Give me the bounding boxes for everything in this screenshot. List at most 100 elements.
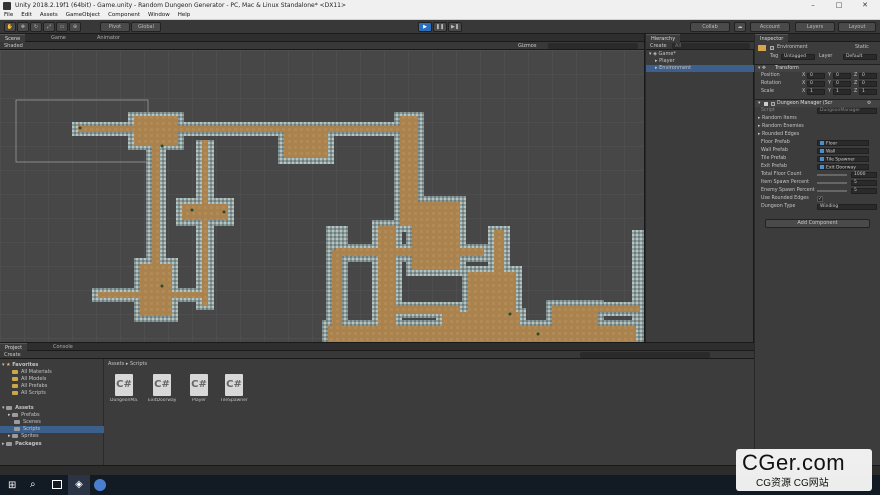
cloud-icon[interactable]: ☁ [734,22,746,32]
folder-sprites[interactable]: ▸ Sprites [8,433,39,440]
menu-edit[interactable]: Edit [21,12,32,18]
menu-help[interactable]: Help [178,12,191,18]
breadcrumb: Assets ▸ Scripts [108,361,147,368]
total-floor-field[interactable]: 1000 [851,172,877,178]
item-spawn-field[interactable]: 5 [851,180,877,186]
shading-dropdown[interactable]: Shaded [4,42,23,50]
maximize-icon[interactable]: □ [826,0,852,11]
enemy-spawn-field[interactable]: 5 [851,188,877,194]
menu-assets[interactable]: Assets [40,12,58,18]
hierarchy-search-input[interactable]: All [672,43,750,49]
tab-animator[interactable]: Animator [92,34,125,42]
static-toggle[interactable]: Static [855,44,869,52]
menu-component[interactable]: Component [108,12,140,18]
use-rounded-checkbox[interactable]: ✓ [817,196,823,202]
move-tool-icon[interactable]: ✥ [17,22,29,32]
close-icon[interactable]: ✕ [852,0,878,11]
gizmos-dropdown[interactable]: Gizmos [518,42,536,50]
menu-file[interactable]: File [4,12,13,18]
folder-scenes[interactable]: Scenes [14,419,41,426]
tab-scene[interactable]: Scene [0,34,26,42]
account-dropdown[interactable]: Account [750,22,790,32]
rotation-y-field[interactable]: 0 [833,81,851,87]
collab-dropdown[interactable]: Collab [690,22,730,32]
step-button[interactable]: ▶❚ [448,22,462,32]
dungeon-manager-header[interactable]: ▾ Dungeon Manager (Scr ⚙ [755,99,880,107]
foldout-random-items[interactable]: ▸ Random Items [755,115,880,123]
assets-header[interactable]: ▾ Assets [2,405,34,412]
packages-header[interactable]: ▸ Packages [2,441,42,448]
fav-all-prefabs[interactable]: All Prefabs [12,383,47,390]
position-x-field[interactable]: 0 [807,73,825,79]
scene-search-input[interactable] [548,43,638,49]
floor-prefab-field[interactable]: Floor [817,140,869,146]
transform-tool-icon[interactable]: ⊕ [69,22,81,32]
breadcrumb-scripts[interactable]: Scripts [130,361,147,367]
rotation-x-field[interactable]: 0 [807,81,825,87]
windows-start-icon[interactable]: ⊞ [8,480,16,491]
asset-exit-doorway[interactable]: C# ExitDoorway [148,374,176,403]
minimize-icon[interactable]: – [800,0,826,11]
foldout-random-enemies[interactable]: ▸ Random Enemies [755,123,880,131]
fav-all-scripts[interactable]: All Scripts [12,390,46,397]
object-name[interactable]: Environment [777,44,808,52]
unity-taskbar-icon[interactable]: ◈ [68,475,90,495]
scale-tool-icon[interactable]: ⤢ [43,22,55,32]
tile-prefab-field[interactable]: Tile Spawner [817,156,869,162]
tab-inspector[interactable]: Inspector [755,34,789,42]
breadcrumb-assets[interactable]: Assets [108,361,124,367]
pivot-toggle[interactable]: Pivot [100,22,130,32]
dungeon-type-dropdown[interactable]: Winding [817,204,877,210]
asset-player[interactable]: C# Player [185,374,213,403]
project-create-button[interactable]: Create [4,351,21,359]
hierarchy-create-button[interactable]: Create [650,42,667,50]
folder-scripts[interactable]: Scripts [0,426,104,433]
tab-game[interactable]: Game [46,34,71,42]
scale-y-field[interactable]: 1 [833,89,851,95]
transform-header[interactable]: ▾ ✥ Transform [755,64,880,72]
menu-window[interactable]: Window [148,12,170,18]
global-toggle[interactable]: Global [131,22,161,32]
rotate-tool-icon[interactable]: ↻ [30,22,42,32]
hierarchy-item-player[interactable]: ▸ Player [646,58,754,65]
scale-x-field[interactable]: 1 [807,89,825,95]
position-y-field[interactable]: 0 [833,73,851,79]
component-enabled-checkbox[interactable] [771,102,775,106]
layout-dropdown[interactable]: Layout [838,22,876,32]
add-component-button[interactable]: Add Component [765,219,870,228]
tab-hierarchy[interactable]: Hierarchy [646,34,681,42]
hierarchy-scene-row[interactable]: ▾ ◈ Game* [646,51,754,58]
position-z-field[interactable]: 0 [859,73,877,79]
hand-tool-icon[interactable]: ✋ [4,22,16,32]
foldout-rounded-edges[interactable]: ▸ Rounded Edges [755,131,880,139]
folder-prefabs[interactable]: ▸ Prefabs [8,412,40,419]
search-icon[interactable]: ⌕ [30,479,36,490]
tab-console[interactable]: Console [48,343,78,351]
item-spawn-slider[interactable] [817,182,847,184]
rotation-z-field[interactable]: 0 [859,81,877,87]
active-checkbox[interactable] [770,46,774,50]
asset-tile-spawner[interactable]: C# TileSpawner [220,374,248,403]
wall-prefab-field[interactable]: Wall [817,148,869,154]
layer-dropdown[interactable]: Default [843,54,877,60]
favorites-header[interactable]: ▾ ★ Favorites [2,362,38,369]
fav-all-materials[interactable]: All Materials [12,369,52,376]
exit-prefab-field[interactable]: Exit Doorway [817,164,869,170]
fav-all-models[interactable]: All Models [12,376,46,383]
hierarchy-item-environment[interactable]: ▸ Environment [646,65,754,72]
enemy-spawn-slider[interactable] [817,190,847,192]
asset-dungeon-manager[interactable]: C# DungeonMa... [110,374,138,403]
menu-gameobject[interactable]: GameObject [66,12,100,18]
project-search-input[interactable] [580,352,710,358]
scale-z-field[interactable]: 1 [859,89,877,95]
rect-tool-icon[interactable]: ▭ [56,22,68,32]
app-taskbar-icon[interactable] [94,479,106,491]
tag-dropdown[interactable]: Untagged [781,54,815,60]
tab-project[interactable]: Project [0,343,28,351]
layers-dropdown[interactable]: Layers [795,22,835,32]
pause-button[interactable]: ❚❚ [433,22,447,32]
task-view-icon[interactable] [52,480,62,489]
scene-view[interactable] [0,50,644,342]
play-button[interactable]: ▶ [418,22,432,32]
total-floor-slider[interactable] [817,174,847,176]
